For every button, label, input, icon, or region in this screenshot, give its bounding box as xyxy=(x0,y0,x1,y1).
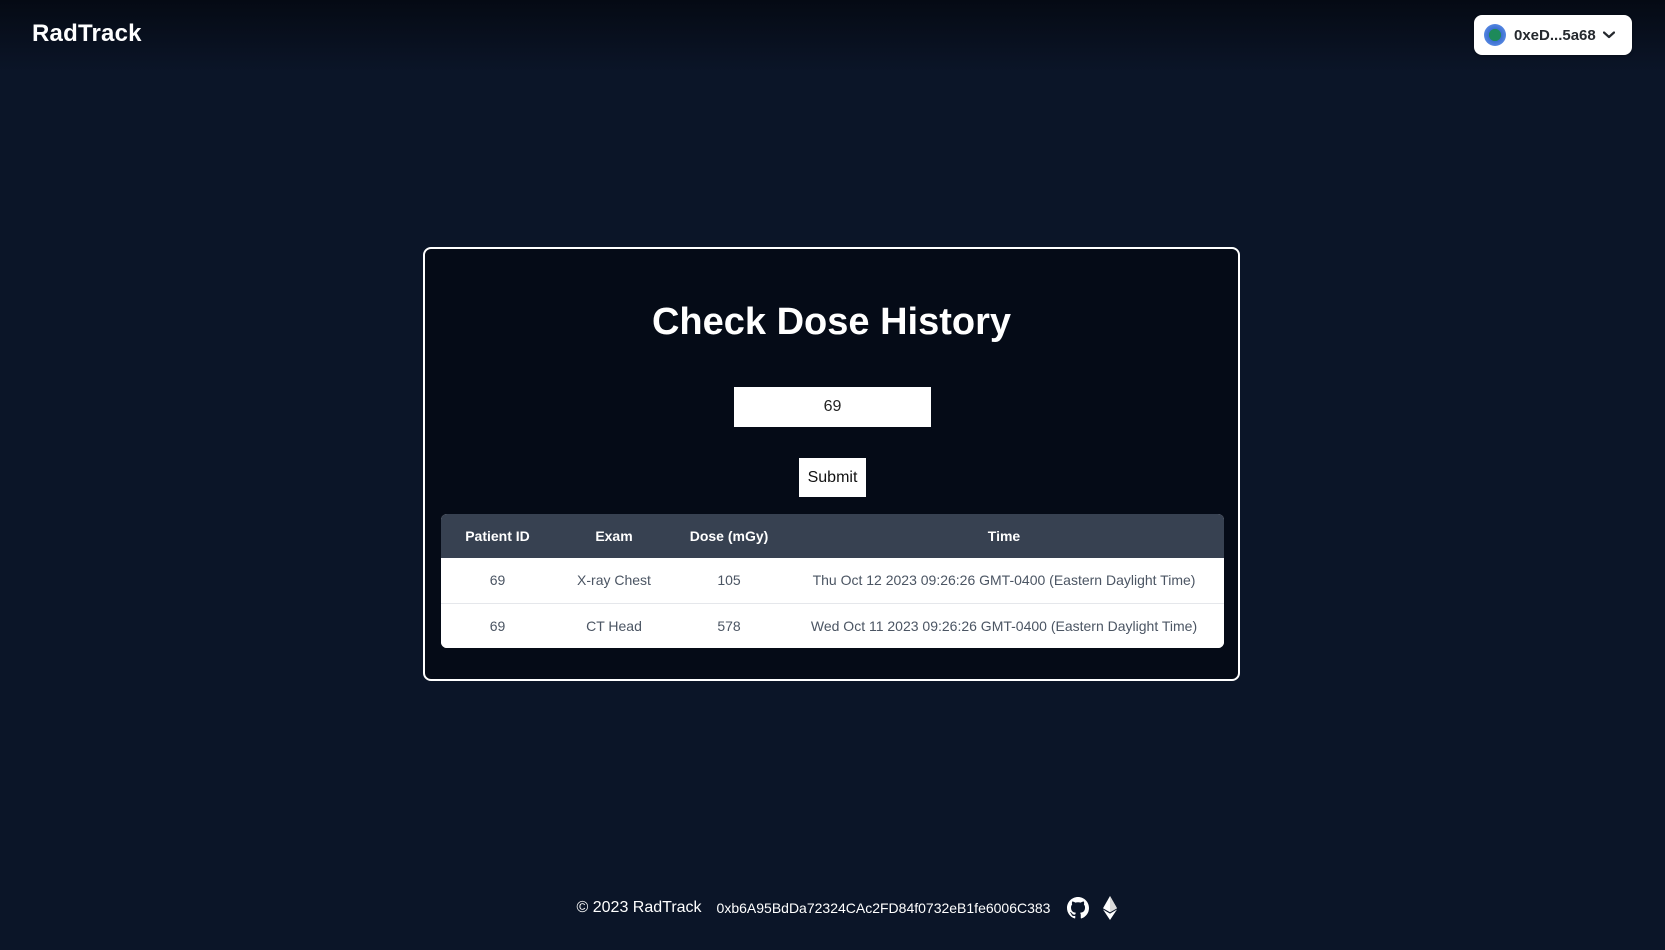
dose-history-table: Patient ID Exam Dose (mGy) Time 69 X-ray… xyxy=(441,514,1224,648)
cell-dose: 105 xyxy=(717,572,741,589)
ethereum-icon[interactable] xyxy=(1102,896,1118,920)
github-icon[interactable] xyxy=(1067,897,1090,919)
wallet-address: 0xeD...5a68 xyxy=(1514,26,1596,44)
footer: © 2023 RadTrack 0xb6A95BdDa72324CAc2FD84… xyxy=(0,896,1665,920)
table-row: 69 X-ray Chest 105 Thu Oct 12 2023 09:26… xyxy=(441,558,1224,603)
top-navbar: RadTrack 0xeD...5a68 xyxy=(0,0,1665,72)
cell-dose: 578 xyxy=(674,602,784,648)
column-header-patient-id: Patient ID xyxy=(465,528,530,544)
wallet-avatar-icon xyxy=(1484,24,1506,46)
table-header-row: Patient ID Exam Dose (mGy) Time xyxy=(441,514,1224,558)
cell-exam: X-ray Chest xyxy=(577,572,651,589)
dose-history-card: Check Dose History Submit Patient ID Exa… xyxy=(423,247,1240,681)
table-row: 69 CT Head 578 Wed Oct 11 2023 09:26:26 … xyxy=(441,602,1224,648)
patient-id-input[interactable] xyxy=(734,387,931,427)
column-header-time: Time xyxy=(987,528,1021,544)
wallet-account-button[interactable]: 0xeD...5a68 xyxy=(1474,15,1632,55)
cell-patient-id: 69 xyxy=(441,602,554,648)
cell-time: Wed Oct 11 2023 09:26:26 GMT-0400 (Easte… xyxy=(784,602,1224,648)
brand-logo[interactable]: RadTrack xyxy=(32,20,142,48)
page-title: Check Dose History xyxy=(651,301,1011,343)
footer-copyright: © 2023 RadTrack xyxy=(576,899,702,916)
submit-button[interactable]: Submit xyxy=(799,458,866,497)
cell-exam: CT Head xyxy=(554,602,674,648)
column-header-dose: Dose (mGy) xyxy=(689,528,769,544)
cell-time: Thu Oct 12 2023 09:26:26 GMT-0400 (Easte… xyxy=(812,572,1196,589)
contract-address[interactable]: 0xb6A95BdDa72324CAc2FD84f0732eB1fe6006C3… xyxy=(717,900,1051,916)
chevron-down-icon xyxy=(1602,28,1616,42)
cell-patient-id: 69 xyxy=(489,572,506,589)
column-header-exam: Exam xyxy=(595,528,633,544)
